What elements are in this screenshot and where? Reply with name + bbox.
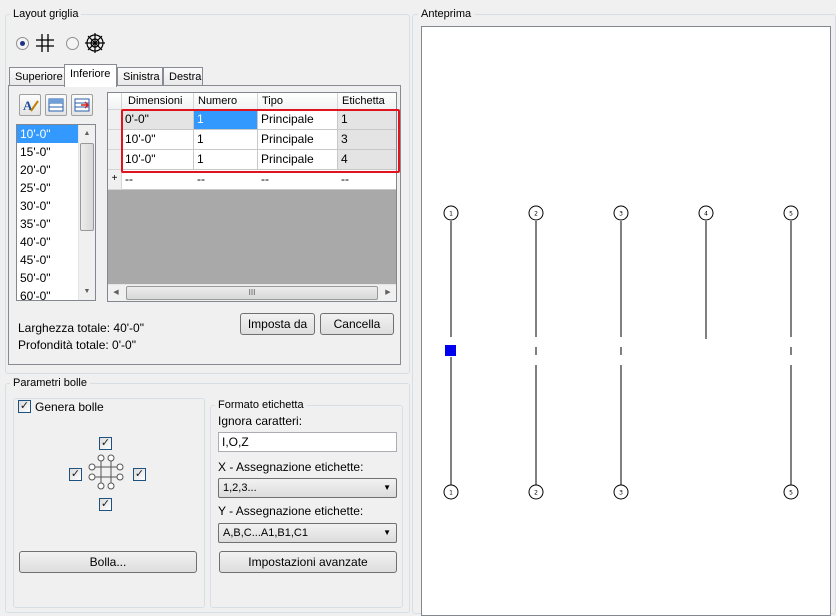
selection-highlight-box [121,109,400,173]
rename-icon: A [23,98,39,113]
tab-panel: A 10'-0" 15'-0" 20'-0" 25'-0" 30'-0" 35'… [8,85,401,365]
scroll-left-icon[interactable]: ◀ [108,285,124,301]
row-header[interactable] [108,150,122,170]
layout-griglia-title: Layout griglia [10,7,82,21]
column-header-dimensioni[interactable]: Dimensioni [122,93,194,110]
bolla-button[interactable]: Bolla... [19,551,197,573]
tab-sinistra[interactable]: Sinistra [117,67,163,87]
radial-grid-radio[interactable] [66,37,79,50]
grid-header-corner [108,93,122,110]
chevron-down-icon: ▼ [383,528,391,537]
parametri-bolle-title: Parametri bolle [10,376,90,390]
bottom-bubble-3: 3 [619,490,623,497]
y-assegnazione-value: A,B,C...A1,B1,C1 [223,527,308,539]
bottom-bubble-1: 1 [449,490,453,497]
column-header-etichetta[interactable]: Etichetta [338,93,396,110]
tab-superiore[interactable]: Superiore [9,67,65,87]
listbox-scrollbar[interactable]: ▲ ▼ [78,125,95,300]
grid-preview-drawing: 1 2 3 4 5 1 2 3 5 [443,205,799,500]
bottom-bubble-2: 2 [534,490,538,497]
new-row-marker[interactable]: + [108,170,122,190]
x-assegnazione-combo[interactable]: 1,2,3... ▼ [218,478,397,498]
column-header-numero[interactable]: Numero [194,93,258,110]
formato-etichetta-title: Formato etichetta [215,398,307,412]
genera-bolle-checkbox[interactable]: ✓ [18,400,31,413]
y-assegnazione-label: Y - Assegnazione etichette: [218,504,364,518]
y-assegnazione-combo[interactable]: A,B,C...A1,B1,C1 ▼ [218,523,397,543]
x-assegnazione-value: 1,2,3... [223,482,257,494]
bubble-right-checkbox[interactable]: ✓ [133,468,146,481]
insert-row-button[interactable] [45,94,67,116]
radial-grid-icon [84,32,106,54]
scroll-thumb[interactable] [80,143,94,231]
spacing-listbox[interactable]: 10'-0" 15'-0" 20'-0" 25'-0" 30'-0" 35'-0… [16,124,96,301]
new-cell-etichetta[interactable]: -- [338,170,396,190]
orthogonal-grid-icon [34,32,56,54]
hscroll-thumb[interactable]: III [126,286,378,300]
ignora-caratteri-input[interactable]: I,O,Z [218,432,397,452]
bubble-left-checkbox[interactable]: ✓ [69,468,82,481]
insert-row-icon [48,98,64,112]
top-bubble-3: 3 [619,211,623,218]
bottom-bubble-5: 5 [789,490,793,497]
genera-bolle-label[interactable]: Genera bolle [35,400,104,414]
new-cell-dimensioni[interactable]: -- [122,170,194,190]
new-cell-numero[interactable]: -- [194,170,258,190]
top-bubble-1: 1 [449,211,453,218]
bubble-bottom-checkbox[interactable]: ✓ [99,498,112,511]
top-bubble-4: 4 [704,211,708,218]
tab-destra[interactable]: Destra [163,67,203,87]
rename-tool-button[interactable]: A [19,94,41,116]
new-cell-tipo[interactable]: -- [258,170,338,190]
orthogonal-grid-radio[interactable] [16,37,29,50]
bubble-top-checkbox[interactable]: ✓ [99,437,112,450]
delete-row-icon [74,98,90,112]
cancella-button[interactable]: Cancella [320,313,394,335]
top-bubble-2: 2 [534,211,538,218]
delete-row-button[interactable] [71,94,93,116]
selected-grid-marker [445,345,456,356]
profondita-totale: Profondità totale: 0'-0" [18,338,136,352]
row-header[interactable] [108,110,122,130]
scroll-up-icon[interactable]: ▲ [79,125,95,142]
ignora-caratteri-label: Ignora caratteri: [218,414,303,428]
anteprima-title: Anteprima [418,7,475,21]
scroll-down-icon[interactable]: ▼ [79,283,95,300]
scroll-right-icon[interactable]: ▶ [380,285,396,301]
top-bubble-5: 5 [789,211,793,218]
larghezza-totale: Larghezza totale: 40'-0" [18,321,144,335]
impostazioni-avanzate-button[interactable]: Impostazioni avanzate [219,551,397,573]
imposta-da-button[interactable]: Imposta da [240,313,315,335]
tab-inferiore[interactable]: Inferiore [64,64,117,87]
row-header[interactable] [108,130,122,150]
chevron-down-icon: ▼ [383,483,391,492]
grid-hscrollbar[interactable]: ◀ III ▶ [108,284,396,301]
x-assegnazione-label: X - Assegnazione etichette: [218,460,364,474]
column-header-tipo[interactable]: Tipo [258,93,338,110]
grid-preview-canvas[interactable]: 1 2 3 4 5 1 2 3 5 [421,26,831,616]
bubble-layout-icon [88,454,124,490]
